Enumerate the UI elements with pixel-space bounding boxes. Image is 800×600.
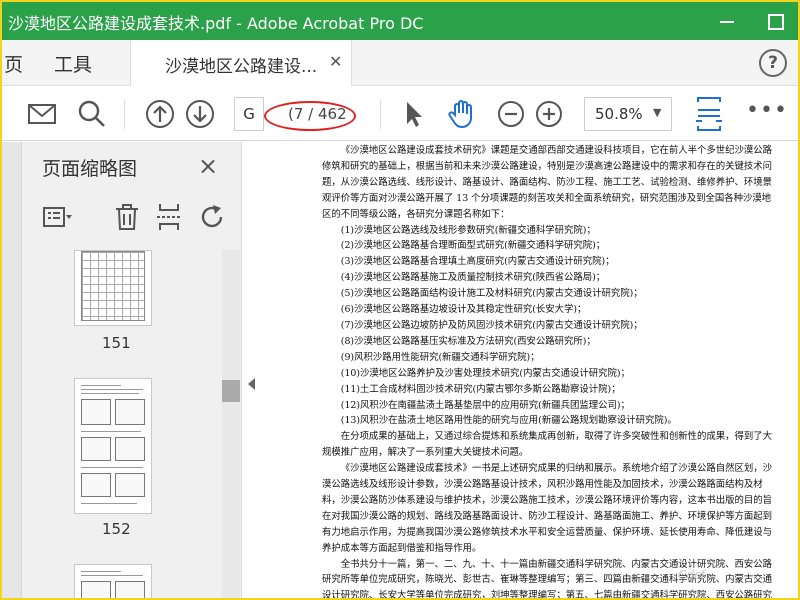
thumbnail-figure [115, 399, 145, 425]
highlight-annotation [264, 101, 356, 131]
tab-page[interactable]: 页 [4, 50, 23, 77]
thumbnail-table [81, 251, 145, 321]
thumbnail-figure [115, 437, 145, 461]
zoom-out-icon[interactable] [495, 98, 527, 130]
thumbnail-options-icon[interactable] [42, 202, 72, 232]
doc-paragraph: 全书共分十一篇，第一、二、九、十、十一篇由新疆交通科学研究院、内蒙古交通设计研究… [322, 558, 773, 600]
doc-list-item: (7)沙漠地区公路边坡防护及防风固沙技术研究(内蒙古交通设计研究院)； [340, 319, 643, 331]
thumbnail-label: 152 [102, 520, 131, 538]
pointer-icon[interactable] [398, 98, 430, 130]
toolbar-separator [124, 99, 125, 129]
search-icon[interactable] [76, 98, 108, 130]
document-tab-label: 沙漠地区公路建设... [165, 57, 318, 77]
doc-list-item: (3)沙漠地区公路路基合理填土高度研究(内蒙古交通设计研究院)； [340, 256, 615, 268]
tab-tools[interactable]: 工具 [54, 50, 92, 77]
mail-icon[interactable] [26, 98, 58, 130]
thumbnail-figure [81, 399, 111, 425]
doc-list-item: (6)沙漠地区公路路基边坡设计及其稳定性研究(长安大学)； [340, 304, 587, 316]
close-icon[interactable]: × [198, 152, 218, 180]
rotate-icon[interactable] [198, 202, 228, 232]
thumbnail-line [81, 393, 139, 394]
title-bar: 沙漠地区公路建设成套技术.pdf - Adobe Acrobat Pro DC [2, 2, 798, 40]
thumbnail-line [81, 385, 121, 386]
thumbnail-line [81, 389, 143, 390]
close-tab-icon[interactable]: ✕ [329, 52, 342, 71]
thumbnail-figure [81, 581, 111, 598]
document-view[interactable]: 《沙漠地区公路建设成套技术研究》课题是交通部西部交通建设科技项目，它在前人半个多… [264, 142, 798, 600]
doc-paragraph: 《沙漠地区公路建设成套技术》一书是上述研究成果的归纳和展示。系统地介绍了沙漠公路… [322, 463, 773, 554]
doc-list-item: (12)风积沙在南疆盐渍土路基垫层中的应用研究(新疆兵团监理公司)； [340, 399, 630, 411]
split-page-icon[interactable] [154, 202, 184, 232]
delete-icon[interactable] [112, 202, 142, 232]
zoom-in-icon[interactable] [533, 98, 565, 130]
thumbnail-figure [115, 473, 145, 497]
help-icon[interactable]: ? [759, 49, 787, 77]
thumbnail-label: 151 [102, 334, 131, 352]
next-page-icon[interactable] [184, 98, 216, 130]
doc-list-item: (9)风积沙路用性能研究(新疆交通科学研究院)； [340, 351, 540, 363]
panel-toolbar [42, 202, 238, 236]
thumbnail-panel: 页面缩略图 × 151 152 [2, 142, 242, 598]
thumbnail-line [81, 575, 143, 576]
page-number-input[interactable]: G [234, 97, 264, 131]
doc-list-item: (13)风积沙在盐渍土地区路用性能的研究与应用(新疆公路规划勘察设计研究院)。 [340, 415, 677, 427]
document-tab[interactable]: 沙漠地区公路建设... ✕ [130, 40, 352, 86]
doc-list-item: (11)土工合成材料固沙技术研究(内蒙古鄂尔多斯公路勘察设计院)； [340, 383, 621, 395]
doc-paragraph: 《沙漠地区公路建设成套技术研究》课题是交通部西部交通建设科技项目，它在前人半个多… [322, 145, 773, 220]
thumbnail-list[interactable]: 151 152 [22, 250, 222, 598]
thumbnail-figure [81, 473, 111, 497]
maximize-button[interactable] [760, 6, 790, 36]
thumbnail-line [81, 467, 143, 468]
doc-list-item: (1)沙漠地区公路选线及线形参数研究(新疆交通科学研究院)； [340, 224, 596, 236]
doc-list-item: (5)沙漠地区公路路面结构设计施工及材料研究(内蒙古交通设计研究院)； [340, 288, 643, 300]
thumbnail-scrollbar[interactable] [222, 250, 240, 598]
thumbnail-line [81, 503, 137, 504]
page-thumbnail[interactable] [74, 250, 152, 326]
doc-list-item: (4)沙漠地区公路路基施工及质量控制技术研究(陕西省公路局)； [340, 272, 606, 284]
minimize-button[interactable] [712, 6, 742, 36]
page-thumbnail[interactable] [74, 378, 152, 514]
more-icon[interactable]: ••• [746, 100, 788, 122]
page-thumbnail[interactable] [74, 564, 152, 598]
toolbar-separator [380, 99, 381, 129]
panel-strip [2, 142, 22, 598]
hand-icon[interactable] [446, 98, 478, 130]
scrollbar-thumb[interactable] [222, 380, 240, 402]
thumbnail-figure [81, 437, 111, 461]
doc-list-item: (2)沙漠地区公路路基合理断面型式研究(新疆交通科学研究院)； [340, 240, 606, 252]
thumbnail-line [81, 431, 141, 432]
prev-page-icon[interactable] [144, 98, 176, 130]
fit-page-icon[interactable] [692, 96, 726, 132]
app-window: 沙漠地区公路建设成套技术.pdf - Adobe Acrobat Pro DC … [0, 0, 800, 600]
zoom-select[interactable]: 50.8% ▼ [584, 97, 672, 131]
watermark: Cdcf [678, 568, 705, 582]
doc-list-item: (10)沙漠地区公路养护及沙害处理技术研究(内蒙古交通设计研究院)； [340, 367, 630, 379]
window-title: 沙漠地区公路建设成套技术.pdf - Adobe Acrobat Pro DC [8, 14, 424, 33]
document-page: 《沙漠地区公路建设成套技术研究》课题是交通部西部交通建设科技项目，它在前人半个多… [322, 143, 778, 600]
menu-bar: 页 工具 沙漠地区公路建设... ✕ ? [2, 40, 798, 86]
toolbar: G (7 / 462 50.8% ▼ ••• [2, 87, 798, 141]
zoom-value: 50.8% [595, 105, 643, 123]
panel-title: 页面缩略图 [42, 158, 138, 180]
thumbnail-line [81, 571, 121, 572]
doc-paragraph: 在分项成果的基础上，又通过综合提炼和系统集成再创新，取得了许多突破性和创新性的成… [322, 431, 773, 459]
chevron-down-icon: ▼ [653, 106, 662, 119]
collapse-panel-icon[interactable] [248, 378, 255, 390]
thumbnail-figure [115, 581, 145, 598]
doc-list-item: (8)沙漠地区公路路基压实标准及方法研究(西安公路研究所)； [340, 335, 596, 347]
